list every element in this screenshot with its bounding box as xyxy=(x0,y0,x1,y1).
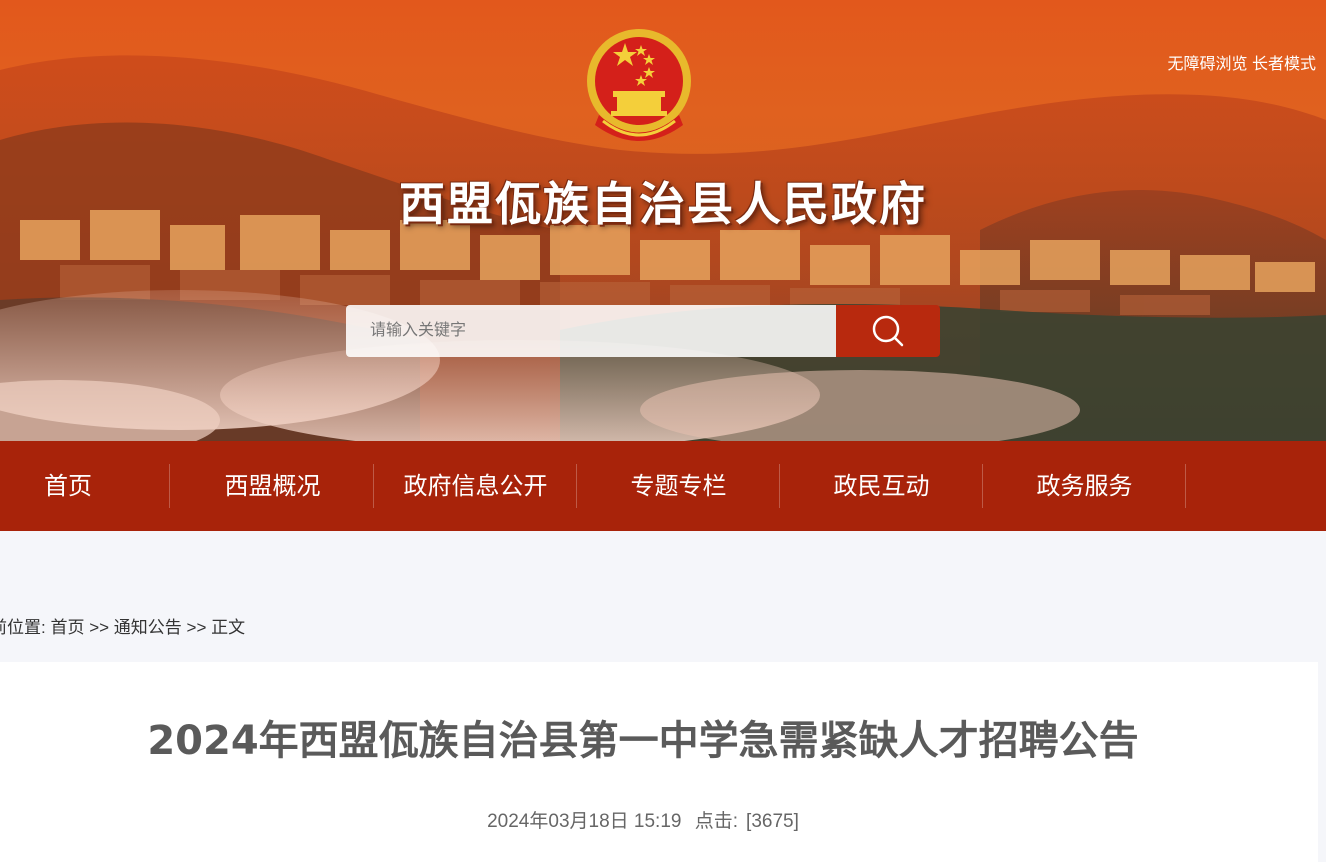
breadcrumb-prefix: 前位置: xyxy=(0,618,46,637)
accessibility-links: 无障碍浏览 长者模式 xyxy=(1168,50,1316,74)
elder-mode-link[interactable]: 长者模式 xyxy=(1252,56,1316,73)
site-title: 西盟佤族自治县人民政府 xyxy=(399,177,927,231)
breadcrumb-separator: >> xyxy=(186,618,207,637)
clicks-label: 点击: xyxy=(694,811,739,832)
nav-item-special-topics[interactable]: 专题专栏 xyxy=(577,464,780,508)
search-box xyxy=(346,305,940,357)
nav-item-info-disclosure[interactable]: 政府信息公开 xyxy=(374,464,577,508)
breadcrumb: 前位置: 首页 >> 通知公告 >> 正文 xyxy=(0,613,245,638)
publish-date: 2024年03月18日 15:19 xyxy=(487,811,682,832)
nav-item-home[interactable]: 首页 xyxy=(0,464,170,508)
article-title: 2024年西盟佤族自治县第一中学急需紧缺人才招聘公告 xyxy=(147,718,1139,764)
article-meta: 2024年03月18日 15:19 点击: [3675] xyxy=(0,806,1286,833)
breadcrumb-notices-link[interactable]: 通知公告 xyxy=(114,618,182,637)
breadcrumb-current: 正文 xyxy=(211,618,246,637)
search-icon xyxy=(872,315,904,347)
clicks-count: [3675] xyxy=(746,811,799,832)
nav-item-interaction[interactable]: 政民互动 xyxy=(780,464,983,508)
breadcrumb-separator: >> xyxy=(89,618,110,637)
search-button[interactable] xyxy=(836,305,940,357)
header-banner: 无障碍浏览 长者模式 西盟佤族自治县人民政府 xyxy=(0,0,1326,441)
accessible-browse-link[interactable]: 无障碍浏览 xyxy=(1168,56,1248,73)
search-input[interactable] xyxy=(346,305,836,357)
national-emblem-icon xyxy=(583,25,695,145)
breadcrumb-home-link[interactable]: 首页 xyxy=(50,618,84,637)
nav-item-services[interactable]: 政务服务 xyxy=(983,464,1186,508)
nav-item-overview[interactable]: 西盟概况 xyxy=(171,464,374,508)
main-nav: 首页 西盟概况 政府信息公开 专题专栏 政民互动 政务服务 xyxy=(0,441,1326,531)
